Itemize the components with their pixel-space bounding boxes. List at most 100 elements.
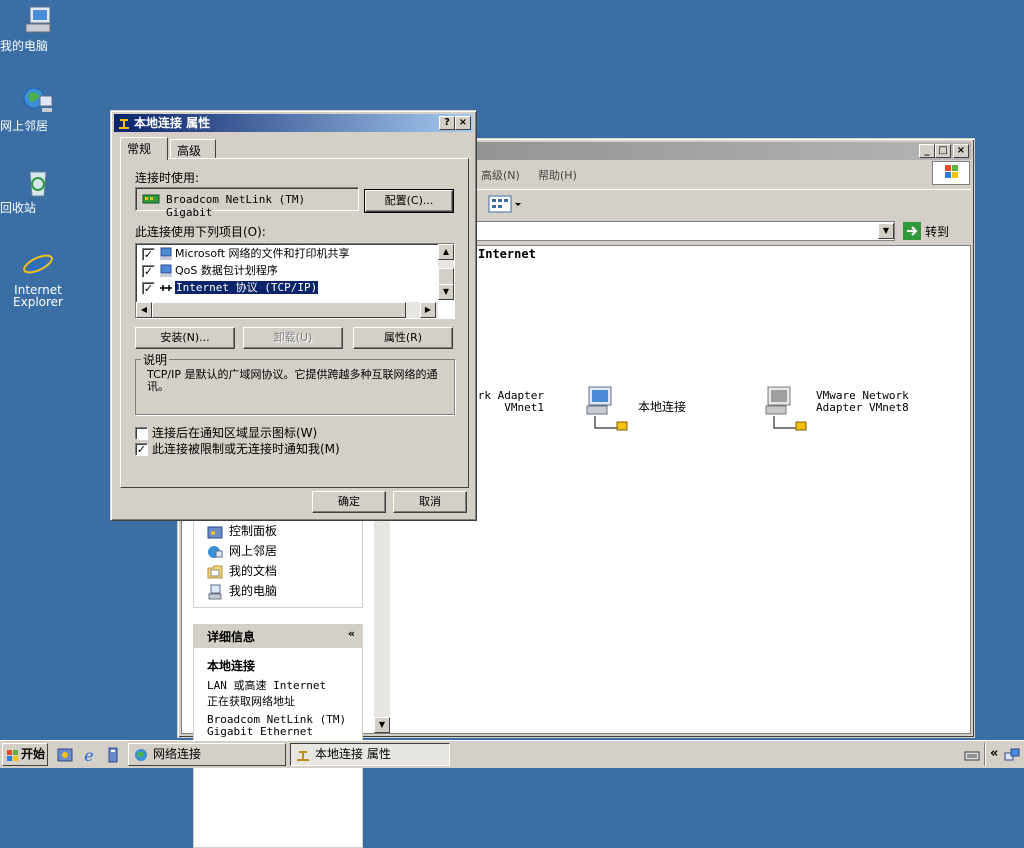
item-checkbox[interactable]: ✓ [142,281,155,295]
desktop-icon-recycle-bin[interactable]: 回收站 [0,166,76,214]
dialog-title: 本地连接 属性 [134,116,211,130]
details-status: 正在获取网络地址 [207,695,295,708]
go-button[interactable]: 转到 [901,221,967,241]
network-connections-icon [133,747,149,763]
windows-logo-icon [5,747,21,763]
list-item-qos[interactable]: ✓ QoS 数据包计划程序 [142,263,278,280]
tab-advanced[interactable]: 高级 [170,139,216,159]
description-group-label: 说明 [141,351,170,368]
other-place-control-panel[interactable]: 控制面板 [207,522,277,540]
scroll-up-icon[interactable]: ▲ [438,244,454,260]
uninstall-button[interactable]: 卸载(U) [243,327,343,349]
server-manager-icon[interactable] [104,746,122,764]
details-name: 本地连接 [207,659,256,673]
properties-button[interactable]: 属性(R) [353,327,453,349]
network-places-icon [22,84,54,116]
other-place-my-documents[interactable]: 我的文档 [207,562,277,580]
other-place-my-computer[interactable]: 我的电脑 [207,582,277,600]
tray-expand-icon[interactable]: « [990,746,998,761]
adapter-display: Broadcom NetLink (TM) Gigabit [135,187,359,219]
desktop-icon-my-computer[interactable]: 我的电脑 [0,4,76,52]
network-status-icon[interactable] [1004,747,1020,763]
group-header-internet: Internet [478,247,536,261]
network-places-icon [207,544,223,560]
desktop-icon-label: 我的电脑 [0,39,49,53]
desktop-icon-ie[interactable]: e Internet Explorer [0,248,76,308]
details-device: Broadcom NetLink (TM) Gigabit Ethernet [207,713,347,738]
control-panel-icon [207,524,223,540]
connection-vmnet8-label[interactable]: VMware Network Adapter VMnet8 [816,390,916,414]
general-tab-panel: 连接时使用: Broadcom NetLink (TM) Gigabit 配置(… [120,158,469,488]
go-arrow-icon [903,222,921,240]
notify-checkbox[interactable]: ✓ [135,443,148,456]
notify-option[interactable]: ✓ 此连接被限制或无连接时通知我(M) [135,440,340,457]
windows-logo-icon [932,161,970,185]
task-local-connection-properties[interactable]: 本地连接 属性 [290,743,450,766]
other-place-network[interactable]: 网上邻居 [207,542,277,560]
scroll-down-icon[interactable]: ▼ [438,284,454,300]
address-dropdown-icon[interactable]: ▼ [878,223,894,239]
connection-vmnet8-icon[interactable] [764,384,812,432]
task-network-connections[interactable]: 网络连接 [128,743,286,766]
tab-general[interactable]: 常规 [120,137,168,160]
internet-explorer-icon: e [22,248,54,281]
desktop-icon-label: 网上邻居 [0,119,49,133]
network-adapter-icon [142,194,160,204]
details-header[interactable]: 详细信息 « [193,624,363,648]
desktop-icon-label: 回收站 [0,201,37,215]
views-button[interactable] [487,193,523,215]
views-icon [488,195,521,213]
go-label: 转到 [925,225,950,239]
protocol-icon [159,281,173,295]
item-checkbox[interactable]: ✓ [142,247,155,261]
show-icon-option[interactable]: 连接后在通知区域显示图标(W) [135,424,317,441]
recycle-bin-icon [22,166,54,198]
menu-advanced[interactable]: 高级(N) [481,167,520,183]
network-service-icon [159,247,173,261]
list-hscroll-thumb[interactable] [152,302,406,318]
list-item-tcpip[interactable]: ✓ Internet 协议 (TCP/IP) [142,280,320,297]
scroll-down-icon[interactable]: ▼ [374,717,390,733]
show-desktop-icon[interactable] [56,746,74,764]
network-connection-icon [295,747,311,763]
network-service-icon [159,264,173,278]
description-text: TCP/IP 是默认的广域网协议。它提供跨越多种互联网络的通讯。 [147,368,438,393]
item-checkbox[interactable]: ✓ [142,264,155,278]
keyboard-icon[interactable] [964,747,980,763]
show-icon-checkbox[interactable] [135,427,148,440]
start-button[interactable]: 开始 [2,743,48,766]
svg-text:e: e [84,746,93,764]
connect-using-label: 连接时使用: [135,171,200,185]
maximize-button[interactable]: □ [935,144,951,158]
svg-text:e: e [30,248,47,280]
my-documents-icon [207,564,223,580]
install-button[interactable]: 安装(N)... [135,327,235,349]
connection-local-label[interactable]: 本地连接 [638,401,686,413]
list-item-file-print-sharing[interactable]: ✓ Microsoft 网络的文件和打印机共享 [142,246,350,263]
help-button[interactable]: ? [439,116,455,130]
connection-local-icon[interactable] [585,384,633,432]
configure-button[interactable]: 配置(C)... [364,189,454,213]
desktop-icon-network[interactable]: 网上邻居 [0,84,76,132]
internet-explorer-icon[interactable]: e [80,746,98,764]
items-list[interactable]: ✓ Microsoft 网络的文件和打印机共享 ✓ QoS 数据包计划程序 ✓ Int… [135,243,455,319]
scroll-left-icon[interactable]: ◀ [136,302,152,318]
network-connection-icon [119,119,129,129]
details-type: LAN 或高速 Internet [207,679,327,692]
collapse-chevron-icon[interactable]: « [348,627,355,640]
desktop-icon-label: Internet Explorer [13,283,63,309]
scroll-right-icon[interactable]: ▶ [420,302,436,318]
cancel-button[interactable]: 取消 [393,491,467,513]
computer-icon [207,584,223,600]
tray-separator [984,743,986,766]
dialog-titlebar[interactable]: 本地连接 属性 ? × [114,114,473,132]
minimize-button[interactable]: _ [919,144,935,158]
system-tray: « [962,743,1022,766]
adapter-name: Broadcom NetLink (TM) Gigabit [166,193,306,219]
local-connection-properties-dialog: 本地连接 属性 ? × 常规 高级 连接时使用: Broadcom NetLin… [110,110,477,521]
close-button[interactable]: × [455,116,471,130]
ok-button[interactable]: 确定 [312,491,386,513]
items-label: 此连接使用下列项目(O): [135,225,266,239]
close-button[interactable]: × [953,144,969,158]
menu-help[interactable]: 帮助(H) [538,167,577,183]
